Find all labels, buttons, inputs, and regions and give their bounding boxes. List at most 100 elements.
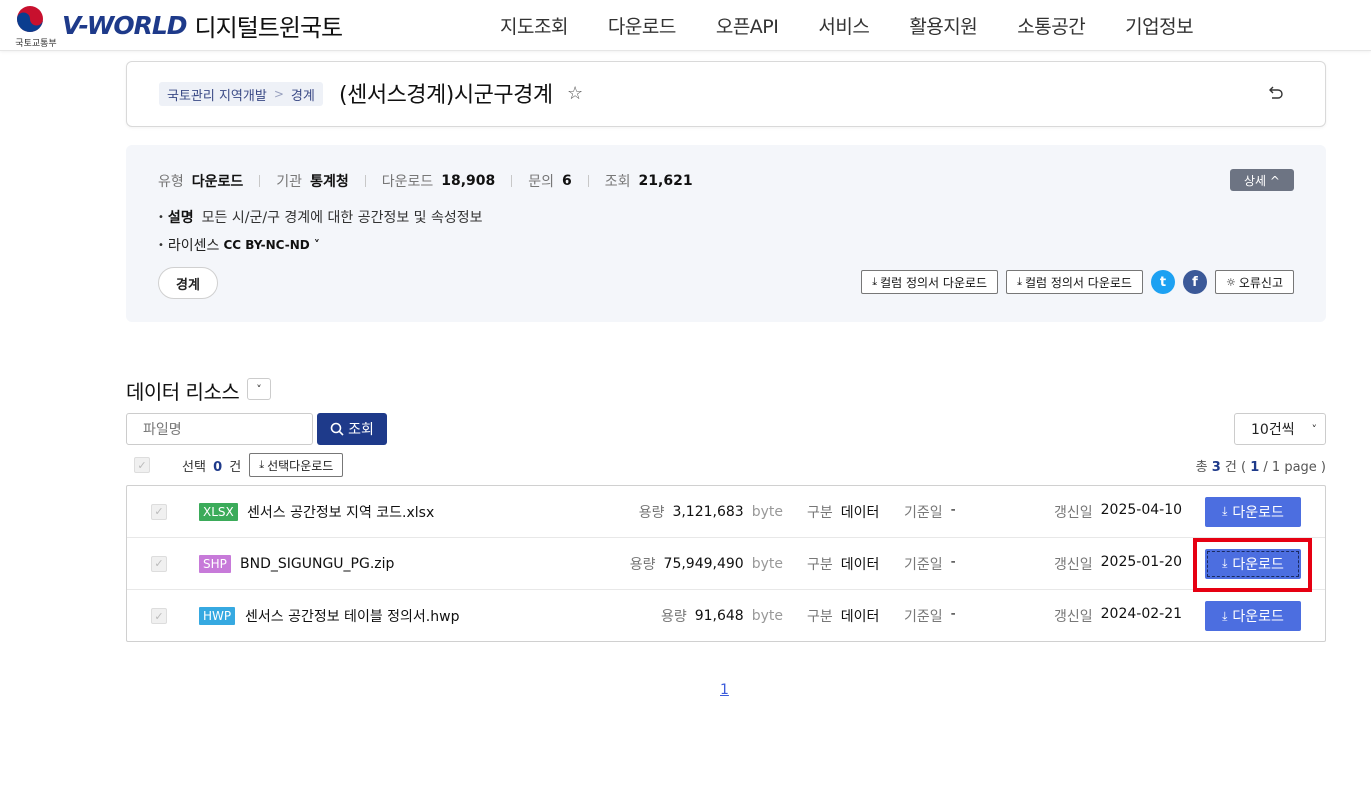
meta-inquiry-label: 문의 <box>528 174 555 190</box>
file-updated: 갱신일 2025-01-20 <box>1054 554 1182 574</box>
download-icon: ⤓ <box>259 458 265 471</box>
bullet-icon: • <box>158 211 164 223</box>
file-size: 용량 91,648 byte <box>661 606 783 626</box>
base-value: - <box>950 606 956 622</box>
top-header: 국토교통부 V-WORLD 디지털트윈국토 지도조회 다운로드 오픈API 서비… <box>0 0 1371 51</box>
file-kind: 구분 데이터 <box>807 554 879 574</box>
vworld-logo[interactable]: V-WORLD 디지털트윈국토 <box>62 8 343 42</box>
size-label: 용량 <box>629 556 656 573</box>
button-label: 컬럼 정의서 다운로드 <box>880 275 988 290</box>
updated-label: 갱신일 <box>1054 556 1093 573</box>
download-button[interactable]: ⤓ 다운로드 <box>1205 496 1301 527</box>
updated-value: 2025-04-10 <box>1100 501 1183 518</box>
selection-suffix: 건 <box>229 459 242 475</box>
search-button-label: 조회 <box>348 421 374 437</box>
filename-search-input[interactable] <box>126 413 313 445</box>
meta-row: 유형 다운로드 기관 통계청 다운로드 18,908 문의 6 조회 21,62… <box>158 171 693 191</box>
chevron-right-icon: > <box>273 87 284 101</box>
updated-label: 갱신일 <box>1054 504 1093 521</box>
kind-label: 구분 <box>807 504 833 521</box>
nav-support[interactable]: 활용지원 <box>909 12 977 39</box>
category-breadcrumb: 국토관리 지역개발 > 경계 <box>159 82 323 106</box>
file-size: 용량 3,121,683 byte <box>639 502 783 522</box>
bullet-icon: • <box>158 239 164 251</box>
updated-label: 갱신일 <box>1054 609 1093 625</box>
size-label: 용량 <box>660 609 687 625</box>
base-label: 기준일 <box>904 609 943 625</box>
page-suffix: / 1 page ) <box>1263 459 1326 475</box>
row-checkbox[interactable]: ✓ <box>151 503 167 520</box>
file-updated: 갱신일 2024-02-21 <box>1054 606 1182 626</box>
selected-download-button[interactable]: ⤓ 선택다운로드 <box>249 453 344 477</box>
updated-value: 2024-02-21 <box>1100 606 1183 622</box>
section-title: 데이터 리소스 <box>126 380 240 404</box>
page-link-1[interactable]: 1 <box>720 682 729 698</box>
download-button[interactable]: ⤓ 다운로드 <box>1205 548 1301 579</box>
search-icon <box>330 422 344 436</box>
twitter-icon[interactable]: t <box>1150 270 1175 294</box>
star-icon[interactable]: ☆ <box>567 83 583 104</box>
size-label: 용량 <box>638 504 665 521</box>
nav-download[interactable]: 다운로드 <box>608 12 676 39</box>
nav-service[interactable]: 서비스 <box>818 12 869 39</box>
select-all-checkbox[interactable]: ✓ <box>134 457 150 473</box>
chevron-down-icon[interactable]: ˅ <box>247 378 271 400</box>
download-icon: ⤓ <box>1222 556 1228 570</box>
kind-label: 구분 <box>807 556 833 573</box>
download-icon: ⤓ <box>1017 275 1022 288</box>
return-icon[interactable] <box>1265 84 1285 104</box>
per-page-select[interactable]: 10건씩 ˅ <box>1234 413 1326 445</box>
license-dropdown[interactable]: CC BY-NC-ND ˅ <box>223 238 319 252</box>
column-definition-download-button-2[interactable]: ⤓ 컬럼 정의서 다운로드 <box>1006 270 1143 294</box>
nav-community[interactable]: 소통공간 <box>1017 12 1085 39</box>
alert-icon: ☼ <box>1225 275 1236 289</box>
chevron-down-icon: ˅ <box>1311 422 1318 436</box>
row-checkbox[interactable]: ✓ <box>151 555 167 572</box>
file-row: ✓ XLSX 센서스 공간정보 지역 코드.xlsx 용량 3,121,683 … <box>127 486 1325 538</box>
divider <box>259 175 261 187</box>
tag-boundary[interactable]: 경계 <box>158 267 218 299</box>
meta-views-value: 21,621 <box>638 173 693 189</box>
nav-map[interactable]: 지도조회 <box>500 12 568 39</box>
size-unit: byte <box>751 503 783 520</box>
selection-prefix: 선택 <box>182 459 206 475</box>
row-checkbox[interactable]: ✓ <box>151 608 167 624</box>
download-button[interactable]: ⤓ 다운로드 <box>1205 601 1301 631</box>
base-label: 기준일 <box>904 504 943 521</box>
crumb-category[interactable]: 국토관리 지역개발 <box>167 85 267 104</box>
base-label: 기준일 <box>904 556 943 573</box>
size-unit: byte <box>751 608 783 624</box>
file-name: BND_SIGUNGU_PG.zip <box>240 555 395 572</box>
description-value: 모든 시/군/구 경계에 대한 공간정보 및 속성정보 <box>201 210 483 226</box>
file-list: ✓ XLSX 센서스 공간정보 지역 코드.xlsx 용량 3,121,683 … <box>126 485 1326 642</box>
total-number: 3 <box>1211 459 1221 475</box>
meta-type-value: 다운로드 <box>191 174 244 190</box>
total-suffix: 건 ( <box>1224 459 1247 475</box>
download-icon: ⤓ <box>1222 504 1228 518</box>
meta-inquiry-value: 6 <box>562 173 572 189</box>
file-name: 센서스 공간정보 지역 코드.xlsx <box>247 504 435 521</box>
nav-openapi[interactable]: 오픈API <box>716 12 779 39</box>
button-label: 컬럼 정의서 다운로드 <box>1024 275 1132 290</box>
crumb-subcategory[interactable]: 경계 <box>291 85 315 104</box>
dataset-title-card: 국토관리 지역개발 > 경계 (센서스경계)시군구경계 ☆ <box>126 61 1326 127</box>
description-row: • 설명 모든 시/군/구 경계에 대한 공간정보 및 속성정보 <box>158 207 483 227</box>
button-label: 오류신고 <box>1238 275 1283 290</box>
nav-company[interactable]: 기업정보 <box>1125 12 1193 39</box>
file-size: 용량 75,949,490 byte <box>630 554 783 574</box>
detail-toggle-button[interactable]: 상세 ^ <box>1230 169 1294 191</box>
meta-download-label: 다운로드 <box>381 174 434 190</box>
facebook-icon[interactable]: f <box>1182 270 1207 294</box>
file-updated: 갱신일 2025-04-10 <box>1054 502 1182 522</box>
file-row: ✓ HWP 센서스 공간정보 테이블 정의서.hwp 용량 91,648 byt… <box>127 590 1325 642</box>
current-page: 1 <box>1250 459 1260 475</box>
download-label: 다운로드 <box>1232 556 1284 573</box>
meta-download-value: 18,908 <box>441 173 496 189</box>
file-row: ✓ SHP BND_SIGUNGU_PG.zip 용량 75,949,490 b… <box>127 538 1325 590</box>
ministry-emblem[interactable]: 국토교통부 <box>8 4 57 49</box>
search-button[interactable]: 조회 <box>317 413 387 445</box>
base-value: - <box>950 501 956 518</box>
error-report-button[interactable]: ☼ 오류신고 <box>1214 270 1294 294</box>
file-base-date: 기준일 - <box>904 554 956 574</box>
column-definition-download-button[interactable]: ⤓ 컬럼 정의서 다운로드 <box>861 270 999 294</box>
